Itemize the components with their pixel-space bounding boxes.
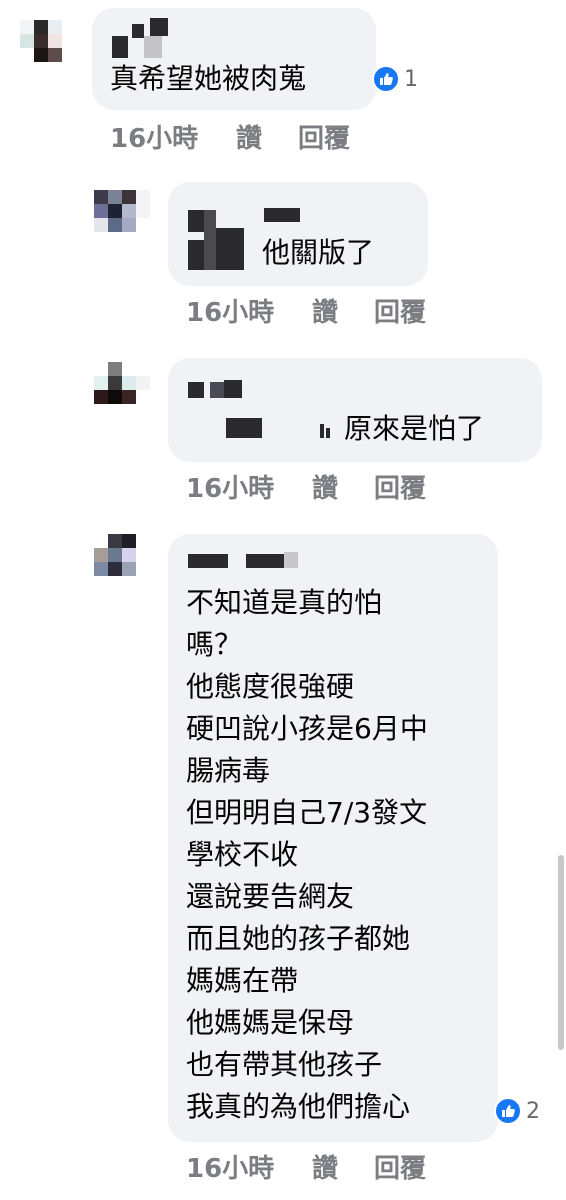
- comment-line: 腸病毒: [186, 754, 271, 787]
- reaction-count: 2: [526, 1098, 540, 1124]
- comment-bubble: 不知道是真的怕 嗎？ 他態度很強硬 硬凹說小孩是6月中 腸病毒 但明明自己7/3…: [168, 534, 498, 1142]
- reaction-badge[interactable]: 2: [494, 1096, 540, 1126]
- scrollbar[interactable]: [558, 855, 564, 1050]
- comment-line: 學校不收: [186, 838, 299, 871]
- comment-line: 媽媽在帶: [186, 964, 299, 997]
- like-button[interactable]: 讚: [312, 1148, 338, 1185]
- comment-line: 而且她的孩子都她: [186, 922, 411, 955]
- comment-meta: 16小時 讚 回覆: [186, 1148, 486, 1184]
- comment-4: 不知道是真的怕 嗎？ 他態度很強硬 硬凹說小孩是6月中 腸病毒 但明明自己7/3…: [0, 0, 566, 1200]
- comment-line: 他媽媽是保母: [186, 1006, 355, 1039]
- comment-line: 他態度很強硬: [186, 670, 355, 703]
- timestamp[interactable]: 16小時: [186, 1148, 274, 1185]
- comment-line: 不知道是真的怕: [186, 586, 383, 619]
- comment-line: 但明明自己7/3發文: [186, 796, 428, 829]
- comment-line: 也有帶其他孩子: [186, 1048, 383, 1081]
- reply-button[interactable]: 回覆: [374, 1148, 426, 1185]
- comment-line: 還說要告網友: [186, 880, 355, 913]
- comment-line: 嗎？: [186, 628, 243, 661]
- comment-line: 硬凹說小孩是6月中: [186, 712, 428, 745]
- comment-line: 我真的為他們擔心: [186, 1090, 411, 1123]
- avatar[interactable]: [94, 534, 150, 590]
- thumbs-up-icon: [494, 1097, 522, 1125]
